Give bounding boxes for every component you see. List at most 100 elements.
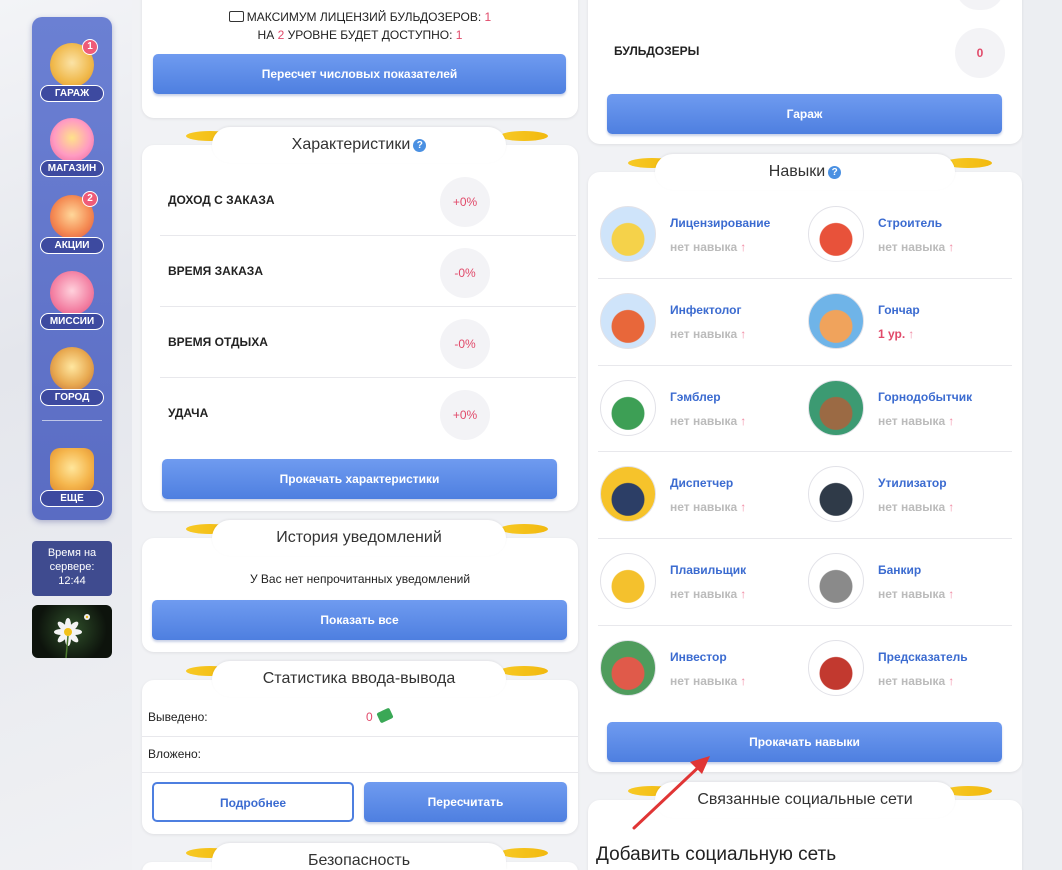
potter-icon [808,293,864,349]
bulldozers-value: 0 [955,28,1005,78]
skill-name[interactable]: Диспетчер [670,476,733,490]
skill-item[interactable]: Предсказатель нет навыка ↑ [796,626,1004,712]
skill-level: нет навыка ↑ [670,587,746,601]
skill-item[interactable]: Инфектолог нет навыка ↑ [588,279,796,365]
help-icon[interactable]: ? [413,139,427,152]
stat-label: УДАЧА [168,406,209,420]
upgrade-arrow-icon[interactable]: ↑ [740,587,746,601]
skill-divider [598,365,1012,366]
title-wing-right [500,666,548,676]
skill-name[interactable]: Гончар [878,303,920,317]
skill-level: нет навыка ↑ [878,674,954,688]
sidebar-item-label: Еще [40,490,104,507]
sidebar-item-shop[interactable]: Магазин [32,112,112,182]
notification-badge: 2 [82,191,98,207]
divider [142,772,578,773]
server-time-value: 12:44 [58,575,86,587]
upgrade-arrow-icon[interactable]: ↑ [948,240,954,254]
house-icon [50,347,94,391]
title-wing-right [500,848,548,858]
skill-name[interactable]: Утилизатор [878,476,947,490]
smelter-icon [600,553,656,609]
skill-item[interactable]: Утилизатор нет навыка ↑ [796,452,1004,538]
skill-level-text: 1 ур. [878,327,906,341]
flower-image[interactable] [32,605,112,658]
skill-item[interactable]: Горнодобытчик нет навыка ↑ [796,366,1004,452]
skill-item[interactable]: Плавильщик нет навыка ↑ [588,539,796,625]
sidebar-item-garage[interactable]: 1 Гараж [32,37,112,107]
sidebar: 1 Гараж Магазин 2 Акции Миссии Город Еще [32,17,112,520]
skill-name[interactable]: Горнодобытчик [878,390,972,404]
sidebar-item-promotions[interactable]: 2 Акции [32,189,112,259]
skill-item[interactable]: Гэмблер нет навыка ↑ [588,366,796,452]
license-level-suffix: УРОВНЕ БУДЕТ ДОСТУПНО: [287,28,453,42]
id-card-icon [228,11,244,22]
recycler-icon [808,466,864,522]
sidebar-item-more[interactable]: Еще [32,442,112,512]
skill-name[interactable]: Гэмблер [670,390,721,404]
stat-label: ВРЕМЯ ЗАКАЗА [168,264,263,278]
deposited-label: Вложено: [148,747,202,761]
skill-level-text: нет навыка [878,587,946,601]
skill-name[interactable]: Инвестор [670,650,727,664]
sidebar-item-label: Гараж [40,85,104,102]
skill-level-text: нет навыка [670,327,738,341]
license-max-value: 1 [484,10,492,24]
show-all-button[interactable]: Показать все [152,600,567,640]
notification-badge: 1 [82,39,98,55]
details-button[interactable]: Подробнее [152,782,354,822]
skill-level: нет навыка ↑ [670,500,746,514]
skill-level-text: нет навыка [670,414,738,428]
skill-name[interactable]: Строитель [878,216,942,230]
license-panel: МАКСИМУМ ЛИЦЕНЗИЙ БУЛЬДОЗЕРОВ: 1 НА 2 УР… [142,0,578,118]
garage-button[interactable]: Гараж [607,94,1002,134]
skill-divider [598,538,1012,539]
stat-label: ДОХОД С ЗАКАЗА [168,193,275,207]
sidebar-item-city[interactable]: Город [32,341,112,411]
skill-divider [598,278,1012,279]
recalculate-button[interactable]: Пересчитать [364,782,567,822]
upgrade-arrow-icon[interactable]: ↑ [908,327,914,341]
upgrade-arrow-icon[interactable]: ↑ [740,327,746,341]
upgrade-arrow-icon[interactable]: ↑ [948,674,954,688]
skill-item[interactable]: Строитель нет навыка ↑ [796,192,1004,278]
add-social-network-link[interactable]: Добавить социальную сеть [596,844,836,866]
skill-item[interactable]: Гончар 1 ур. ↑ [796,279,1004,365]
skill-name[interactable]: Лицензирование [670,216,770,230]
bulldozers-panel: БУЛЬДОЗЕРЫ 0 Гараж [588,0,1022,144]
server-time-box: Время на сервере: 12:44 [32,541,112,596]
skill-name[interactable]: Банкир [878,563,921,577]
upgrade-arrow-icon[interactable]: ↑ [948,587,954,601]
skill-item[interactable]: Диспетчер нет навыка ↑ [588,452,796,538]
stat-row: ВРЕМЯ ОТДЫХА -0% [160,307,576,378]
upgrade-arrow-icon[interactable]: ↑ [740,414,746,428]
stat-label: ВРЕМЯ ОТДЫХА [168,335,268,349]
upgrade-arrow-icon[interactable]: ↑ [740,240,746,254]
upgrade-arrow-icon[interactable]: ↑ [740,674,746,688]
skill-item[interactable]: Инвестор нет навыка ↑ [588,626,796,712]
sidebar-item-missions[interactable]: Миссии [32,265,112,335]
upgrade-arrow-icon[interactable]: ↑ [948,414,954,428]
notifications-title: История уведомлений [212,520,506,556]
panel-title-text: Характеристики [291,136,411,153]
stat-circle-partial [956,0,1004,10]
no-notifications-text: У Вас нет непрочитанных уведомлений [249,572,471,586]
skill-level: нет навыка ↑ [670,414,746,428]
skill-item[interactable]: Банкир нет навыка ↑ [796,539,1004,625]
upgrade-characteristics-button[interactable]: Прокачать характеристики [162,459,557,499]
help-icon[interactable]: ? [828,166,842,179]
io-stats-panel: Выведено: 0 Вложено: Подробнее Пересчита… [142,680,578,834]
skill-name[interactable]: Инфектолог [670,303,741,317]
skill-level: 1 ур. ↑ [878,327,914,341]
skill-name[interactable]: Предсказатель [878,650,968,664]
miner-icon [808,380,864,436]
skill-name[interactable]: Плавильщик [670,563,746,577]
skill-item[interactable]: Лицензирование нет навыка ↑ [588,192,796,278]
upgrade-arrow-icon[interactable]: ↑ [948,500,954,514]
upgrade-arrow-icon[interactable]: ↑ [740,500,746,514]
recalculate-indicators-button[interactable]: Пересчет числовых показателей [153,54,566,94]
skill-level-text: нет навыка [670,674,738,688]
banker-icon [808,553,864,609]
skill-level: нет навыка ↑ [670,327,746,341]
virus-icon [600,293,656,349]
